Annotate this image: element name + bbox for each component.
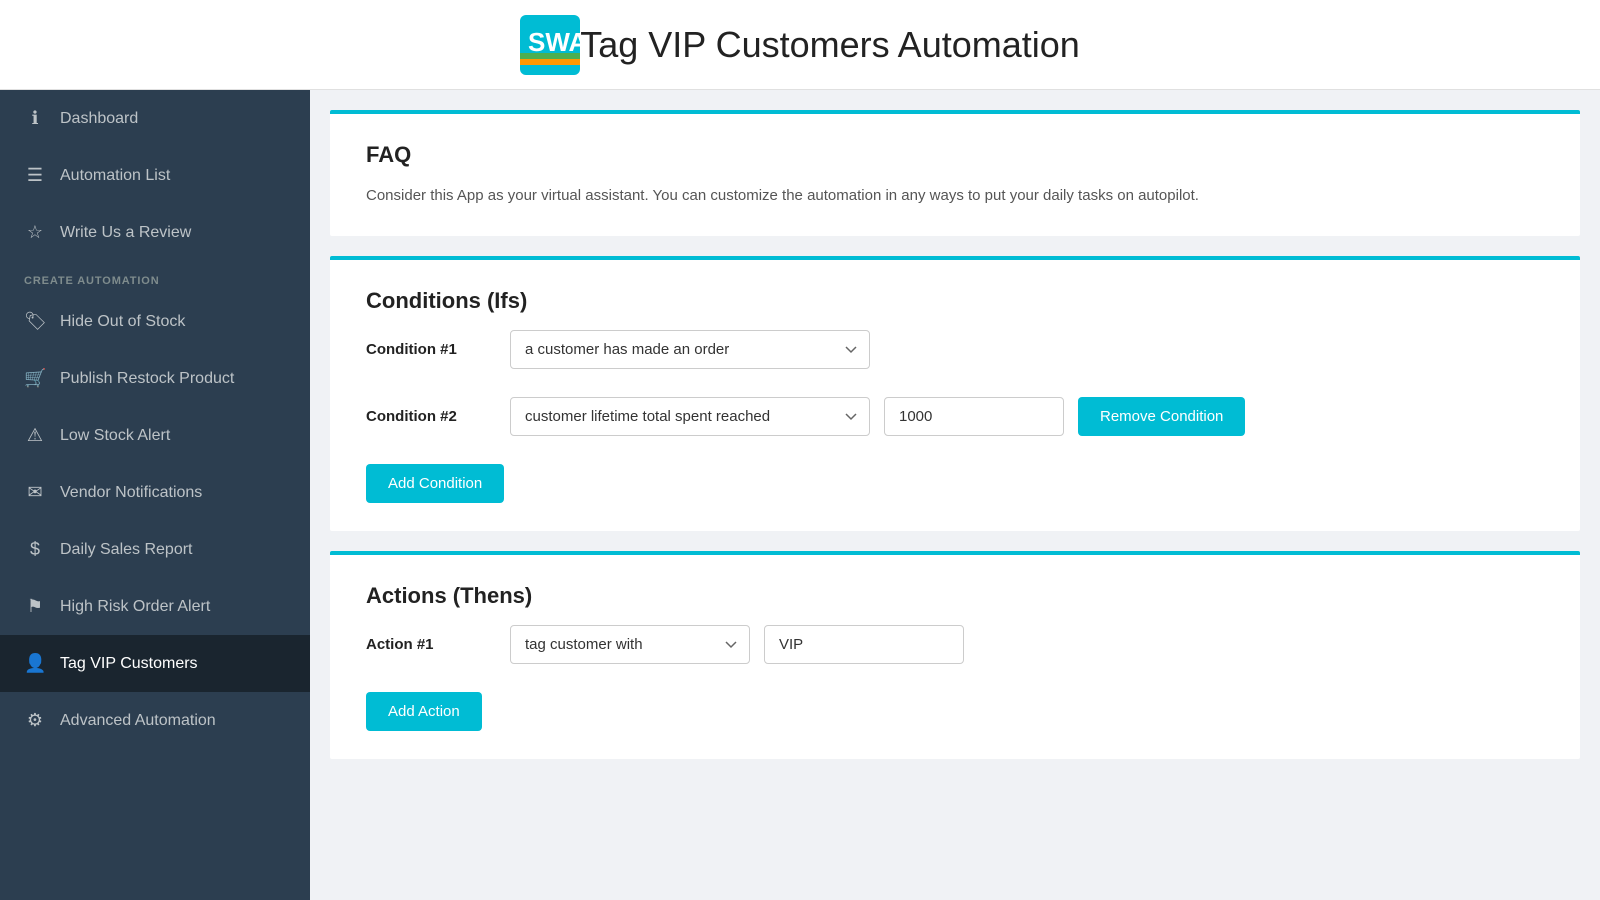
sidebar-item-hide-out-of-stock[interactable]: 🏷 Hide Out of Stock	[0, 293, 310, 350]
mail-icon: ✉	[24, 482, 46, 503]
app-logo: SWA	[520, 15, 580, 75]
condition-1-select[interactable]: a customer has made an order customer to…	[510, 330, 870, 369]
header: SWA Tag VIP Customers Automation	[0, 0, 1600, 90]
dollar-icon: $	[24, 539, 46, 560]
cart-icon: 🛒	[24, 368, 46, 389]
conditions-card: Conditions (Ifs) Condition #1 a customer…	[330, 256, 1580, 531]
faq-heading: FAQ	[366, 142, 1544, 168]
sidebar-label-automation-list: Automation List	[60, 167, 170, 185]
conditions-heading: Conditions (Ifs)	[366, 288, 1544, 314]
warning-icon: ⚠	[24, 425, 46, 446]
sidebar-item-publish-restock[interactable]: 🛒 Publish Restock Product	[0, 350, 310, 407]
sidebar: ℹ Dashboard ☰ Automation List ☆ Write Us…	[0, 90, 310, 900]
condition-row-2: Condition #2 a customer has made an orde…	[366, 397, 1544, 436]
page-title: Tag VIP Customers Automation	[580, 24, 1080, 66]
sidebar-label-advanced-automation: Advanced Automation	[60, 712, 216, 730]
sidebar-label-tag-vip: Tag VIP Customers	[60, 655, 198, 673]
sidebar-section-create-automation: CREATE AUTOMATION	[0, 261, 310, 293]
sidebar-label-hide-out-of-stock: Hide Out of Stock	[60, 313, 185, 331]
list-icon: ☰	[24, 165, 46, 186]
sidebar-item-tag-vip[interactable]: 👤 Tag VIP Customers	[0, 635, 310, 692]
condition-2-select[interactable]: a customer has made an order customer to…	[510, 397, 870, 436]
actions-heading: Actions (Thens)	[366, 583, 1544, 609]
add-action-button[interactable]: Add Action	[366, 692, 482, 731]
condition-2-label: Condition #2	[366, 408, 496, 425]
sidebar-label-low-stock-alert: Low Stock Alert	[60, 427, 170, 445]
condition-1-label: Condition #1	[366, 341, 496, 358]
sidebar-item-low-stock-alert[interactable]: ⚠ Low Stock Alert	[0, 407, 310, 464]
sidebar-label-vendor-notifications: Vendor Notifications	[60, 484, 202, 502]
sidebar-item-vendor-notifications[interactable]: ✉ Vendor Notifications	[0, 464, 310, 521]
sidebar-item-advanced-automation[interactable]: ⚙ Advanced Automation	[0, 692, 310, 749]
sidebar-label-daily-sales-report: Daily Sales Report	[60, 541, 193, 559]
remove-condition-button[interactable]: Remove Condition	[1078, 397, 1245, 436]
main-content: FAQ Consider this App as your virtual as…	[310, 90, 1600, 900]
action-1-value-input[interactable]	[764, 625, 964, 664]
sidebar-item-write-review[interactable]: ☆ Write Us a Review	[0, 204, 310, 261]
faq-card: FAQ Consider this App as your virtual as…	[330, 110, 1580, 236]
star-icon: ☆	[24, 222, 46, 243]
action-1-select[interactable]: tag customer with remove tag from custom…	[510, 625, 750, 664]
sidebar-label-publish-restock: Publish Restock Product	[60, 370, 234, 388]
faq-description: Consider this App as your virtual assist…	[366, 184, 1544, 208]
add-condition-button[interactable]: Add Condition	[366, 464, 504, 503]
sidebar-label-write-review: Write Us a Review	[60, 224, 191, 242]
sidebar-item-dashboard[interactable]: ℹ Dashboard	[0, 90, 310, 147]
svg-text:SWA: SWA	[528, 27, 580, 57]
sidebar-item-daily-sales-report[interactable]: $ Daily Sales Report	[0, 521, 310, 578]
tag-icon: 🏷	[24, 311, 46, 332]
actions-card: Actions (Thens) Action #1 tag customer w…	[330, 551, 1580, 759]
condition-row-1: Condition #1 a customer has made an orde…	[366, 330, 1544, 369]
action-row-1: Action #1 tag customer with remove tag f…	[366, 625, 1544, 664]
user-icon: 👤	[24, 653, 46, 674]
gear-icon: ⚙	[24, 710, 46, 731]
action-1-label: Action #1	[366, 636, 496, 653]
sidebar-label-high-risk-order: High Risk Order Alert	[60, 598, 210, 616]
sidebar-label-dashboard: Dashboard	[60, 110, 138, 128]
sidebar-item-high-risk-order[interactable]: ⚑ High Risk Order Alert	[0, 578, 310, 635]
sidebar-item-automation-list[interactable]: ☰ Automation List	[0, 147, 310, 204]
flag-icon: ⚑	[24, 596, 46, 617]
info-icon: ℹ	[24, 108, 46, 129]
condition-2-value-input[interactable]	[884, 397, 1064, 436]
